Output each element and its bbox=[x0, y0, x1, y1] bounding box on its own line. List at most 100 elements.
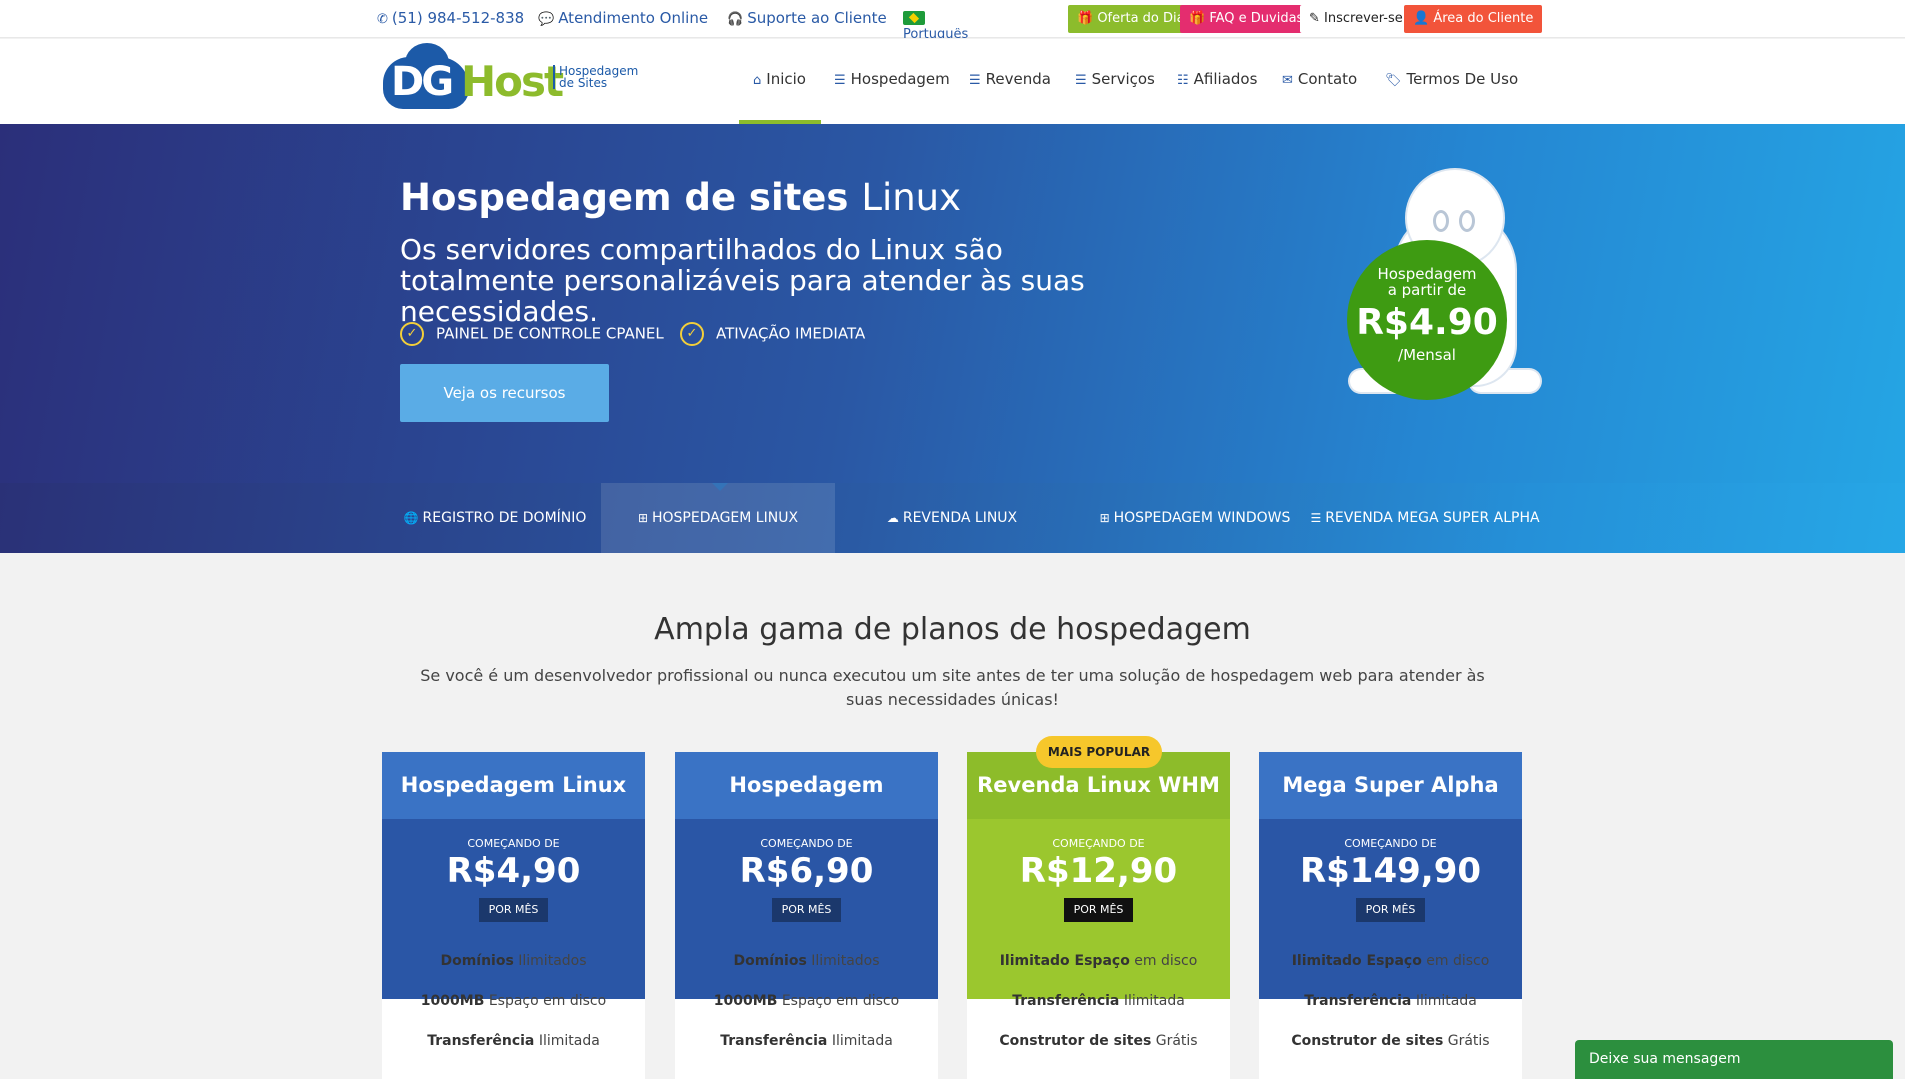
plan-feature: Ilimitado Espaço em disco bbox=[1259, 953, 1522, 969]
plan-price-box: COMEÇANDO DE R$6,90 POR MÊS bbox=[675, 819, 938, 999]
atendimento-online-link[interactable]: 💬 Atendimento Online bbox=[538, 9, 708, 27]
feature-text: Espaço em disco bbox=[484, 993, 607, 1009]
tab-registro-dominio[interactable]: 🌐 REGISTRO DE DOMÍNIO bbox=[390, 483, 600, 553]
windows-icon: ⊞ bbox=[637, 511, 648, 525]
gift-icon: 🎁 bbox=[1077, 11, 1098, 26]
faq-button[interactable]: 🎁 FAQ e Duvidas bbox=[1180, 5, 1313, 33]
chat-widget-button[interactable]: Deixe sua mensagem bbox=[1575, 1040, 1893, 1079]
feature-bold: Ilimitado Espaço bbox=[999, 953, 1130, 969]
feature-text: Espaço em disco bbox=[777, 993, 900, 1009]
plan-price-box: COMEÇANDO DE R$12,90 POR MÊS bbox=[967, 819, 1230, 999]
feature-bold: Transferência bbox=[427, 1033, 535, 1049]
section-description: Se você é um desenvolvedor profissional … bbox=[420, 666, 1485, 709]
plan-feature: Transferência Ilimitada bbox=[967, 993, 1230, 1009]
popular-badge: MAIS POPULAR bbox=[1036, 736, 1162, 768]
feature-bold: Construtor de sites bbox=[1291, 1033, 1444, 1049]
plan-per: POR MÊS bbox=[772, 898, 841, 922]
plan-price: R$12,90 bbox=[1019, 851, 1178, 891]
language-label[interactable]: Português bbox=[903, 28, 968, 38]
nav-termos[interactable]: 🏷 Termos De Uso bbox=[1385, 70, 1518, 88]
feature-text: Ilimitados bbox=[513, 953, 587, 969]
nav-revenda-label: Revenda bbox=[985, 70, 1051, 88]
plan-feature: Ilimitado Espaço em disco bbox=[967, 953, 1230, 969]
phone-link[interactable]: ✆ (51) 984-512-838 bbox=[377, 9, 524, 27]
nav-inicio-label: Inicio bbox=[766, 70, 806, 88]
plan-feature: 1000MB Espaço em disco bbox=[675, 993, 938, 1009]
oferta-do-dia-button[interactable]: 🎁 Oferta do Dia bbox=[1068, 5, 1194, 33]
chat-icon: 💬 bbox=[538, 12, 555, 27]
oferta-label: Oferta do Dia bbox=[1097, 11, 1185, 26]
plan-from: COMEÇANDO DE bbox=[467, 837, 560, 850]
badge-line2: a partir de bbox=[1387, 281, 1467, 299]
user-icon: 👤 bbox=[1413, 11, 1434, 26]
globe-icon: 🌐 bbox=[403, 511, 419, 525]
tab-hosp-windows-label: HOSPEDAGEM WINDOWS bbox=[1113, 510, 1291, 526]
feature-text: em disco bbox=[1129, 953, 1198, 969]
hero-title-bold: Hospedagem de sites bbox=[400, 176, 849, 219]
nav-hospedagem-label: Hospedagem bbox=[850, 70, 950, 88]
plan-card-revenda-whm: Revenda Linux WHM COMEÇANDO DE R$12,90 P… bbox=[967, 752, 1230, 1079]
tags-icon: 🏷 bbox=[1385, 73, 1402, 88]
tab-revenda-linux-label: REVENDA LINUX bbox=[902, 510, 1018, 526]
plan-feature: Domínios Ilimitados bbox=[675, 953, 938, 969]
badge-price: R$4.90 bbox=[1356, 302, 1498, 343]
badge-period: /Mensal bbox=[1398, 346, 1456, 364]
tab-hosp-linux-label: HOSPEDAGEM LINUX bbox=[652, 510, 799, 526]
tab-revenda-mega[interactable]: ☰ REVENDA MEGA SUPER ALPHA bbox=[1305, 483, 1545, 553]
nav-revenda[interactable]: ☰ Revenda bbox=[969, 70, 1051, 88]
inscrever-label: Inscrever-se bbox=[1324, 11, 1403, 26]
plan-from: COMEÇANDO DE bbox=[1344, 837, 1437, 850]
feature-bold: 1000MB bbox=[420, 993, 485, 1009]
atendimento-text: Atendimento Online bbox=[558, 9, 709, 27]
tab-revenda-linux[interactable]: ☁ REVENDA LINUX bbox=[835, 483, 1069, 553]
plan-feature: Transferência Ilimitada bbox=[382, 1033, 645, 1049]
brazil-flag-icon[interactable] bbox=[903, 11, 925, 25]
tab-hospedagem-linux[interactable]: ⊞ HOSPEDAGEM LINUX bbox=[601, 483, 835, 553]
veja-recursos-button[interactable]: Veja os recursos bbox=[400, 364, 609, 422]
feature-text: Ilimitados bbox=[806, 953, 880, 969]
plan-price-box: COMEÇANDO DE R$4,90 POR MÊS bbox=[382, 819, 645, 999]
server-icon: ☰ bbox=[834, 73, 846, 88]
plan-feature: Transferência Ilimitada bbox=[1259, 993, 1522, 1009]
feature-bold: Domínios bbox=[440, 953, 514, 969]
nav-afiliados[interactable]: ☷ Afiliados bbox=[1177, 70, 1257, 88]
server-icon: ☰ bbox=[969, 73, 981, 88]
suporte-link[interactable]: 🎧 Suporte ao Cliente bbox=[727, 9, 887, 27]
nav-servicos[interactable]: ☰ Serviços bbox=[1075, 70, 1155, 88]
suporte-text: Suporte ao Cliente bbox=[747, 9, 887, 27]
section-title: Ampla gama de planos de hospedagem bbox=[654, 612, 1251, 647]
nav-inicio[interactable]: ⌂ Inicio bbox=[753, 70, 806, 88]
plan-feature: Domínios Ilimitados bbox=[382, 953, 645, 969]
nav-termos-label: Termos De Uso bbox=[1406, 70, 1519, 88]
nav-afiliados-label: Afiliados bbox=[1193, 70, 1258, 88]
plan-card-mega: Mega Super Alpha COMEÇANDO DE R$149,90 P… bbox=[1259, 752, 1522, 1079]
feature-bold: 1000MB bbox=[713, 993, 778, 1009]
whatsapp-icon: ✆ bbox=[377, 12, 388, 27]
list-icon: ☷ bbox=[1177, 73, 1189, 88]
inscrever-button[interactable]: ✎ Inscrever-se bbox=[1300, 5, 1412, 33]
gift-icon: 🎁 bbox=[1189, 11, 1210, 26]
price-badge: Hospedagem a partir de R$4.90 /Mensal bbox=[1347, 240, 1507, 400]
tab-hospedagem-windows[interactable]: ⊞ HOSPEDAGEM WINDOWS bbox=[1075, 483, 1315, 553]
plan-title: Hospedagem Linux bbox=[382, 752, 645, 819]
plan-from: COMEÇANDO DE bbox=[760, 837, 853, 850]
plan-card-linux: Hospedagem Linux COMEÇANDO DE R$4,90 POR… bbox=[382, 752, 645, 1079]
nav-hospedagem[interactable]: ☰ Hospedagem bbox=[834, 70, 950, 88]
faq-label: FAQ e Duvidas bbox=[1209, 11, 1304, 26]
pencil-icon: ✎ bbox=[1309, 11, 1325, 26]
feature1-label: PAINEL DE CONTROLE CPANEL bbox=[436, 324, 664, 343]
home-icon: ⌂ bbox=[753, 73, 762, 88]
hero-title: Hospedagem de sites Linux bbox=[400, 176, 961, 219]
check-icon: ✓ bbox=[400, 322, 424, 346]
plan-price: R$149,90 bbox=[1299, 851, 1482, 891]
plan-price: R$4,90 bbox=[446, 851, 581, 891]
envelope-icon: ✉ bbox=[1282, 73, 1293, 88]
area-cliente-button[interactable]: 👤 Área do Cliente bbox=[1404, 5, 1543, 33]
feature2-label: ATIVAÇÃO IMEDIATA bbox=[716, 324, 866, 343]
area-cliente-label: Área do Cliente bbox=[1433, 11, 1534, 26]
nav-contato[interactable]: ✉ Contato bbox=[1282, 70, 1357, 88]
plan-per: POR MÊS bbox=[1064, 898, 1133, 922]
plan-price-box: COMEÇANDO DE R$149,90 POR MÊS bbox=[1259, 819, 1522, 999]
dghost-logo[interactable]: DG Host Hospedagem de Sites bbox=[383, 43, 638, 111]
plan-feature: Construtor de sites Grátis bbox=[967, 1033, 1230, 1049]
